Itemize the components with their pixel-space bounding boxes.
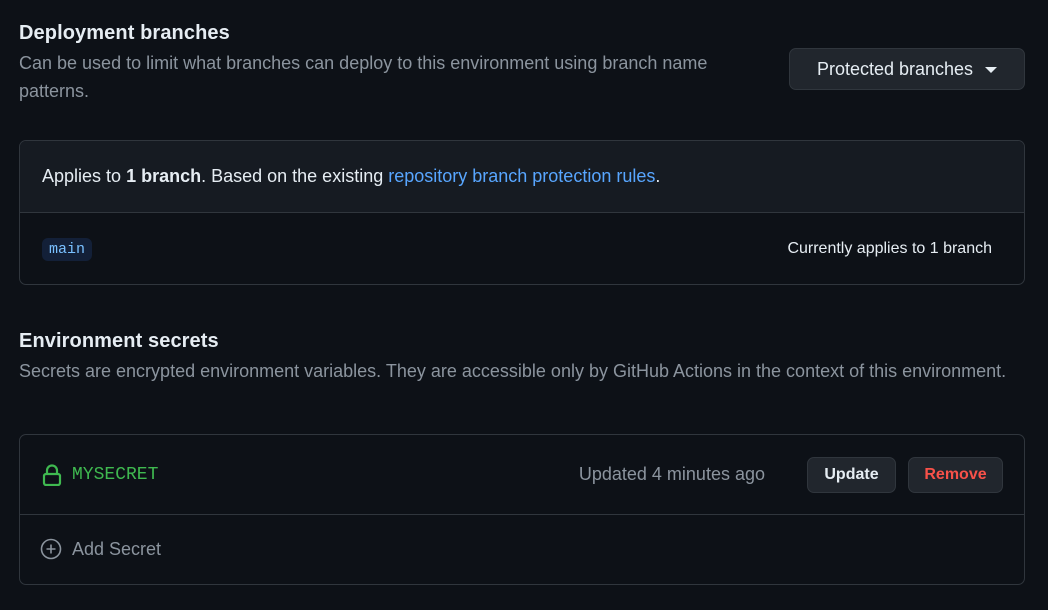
protected-branches-dropdown[interactable]: Protected branches	[789, 48, 1025, 90]
branch-rules-info: Applies to 1 branch . Based on the exist…	[20, 141, 1024, 213]
add-secret-button[interactable]: Add Secret	[20, 515, 1024, 583]
secret-name: MYSECRET	[72, 464, 159, 485]
applies-count-text: Currently applies to 1 branch	[787, 240, 992, 257]
info-suffix: .	[655, 166, 661, 186]
branch-count: 1 branch	[126, 166, 202, 186]
info-middle: . Based on the existing	[201, 166, 389, 186]
lock-icon	[42, 463, 62, 486]
remove-secret-button[interactable]: Remove	[908, 456, 1003, 493]
plus-circle-icon	[40, 538, 62, 560]
branch-rules-box: Applies to 1 branch . Based on the exist…	[19, 140, 1025, 285]
environment-settings: Deployment branches Can be used to limit…	[0, 0, 1048, 610]
environment-secrets-title: Environment secrets	[19, 330, 219, 352]
branch-protection-rules-link[interactable]: repository branch protection rules	[388, 166, 655, 187]
deployment-branches-description: Can be used to limit what branches can d…	[19, 53, 708, 101]
secret-updated-time: Updated 4 minutes ago	[578, 464, 765, 484]
add-secret-label: Add Secret	[72, 538, 162, 559]
secret-row: MYSECRET Updated 4 minutes ago Update Re…	[20, 435, 1024, 515]
dropdown-label: Protected branches	[816, 58, 974, 79]
info-prefix: Applies to	[42, 166, 127, 186]
deployment-branches-title: Deployment branches	[19, 22, 230, 44]
branch-row: main Currently applies to 1 branch	[20, 213, 1024, 284]
update-secret-button[interactable]: Update	[807, 456, 896, 493]
secrets-box: MYSECRET Updated 4 minutes ago Update Re…	[19, 434, 1025, 585]
environment-secrets-description: Secrets are encrypted environment variab…	[19, 361, 1007, 381]
branch-name-tag: main	[42, 237, 93, 261]
caret-down-icon	[985, 67, 998, 73]
